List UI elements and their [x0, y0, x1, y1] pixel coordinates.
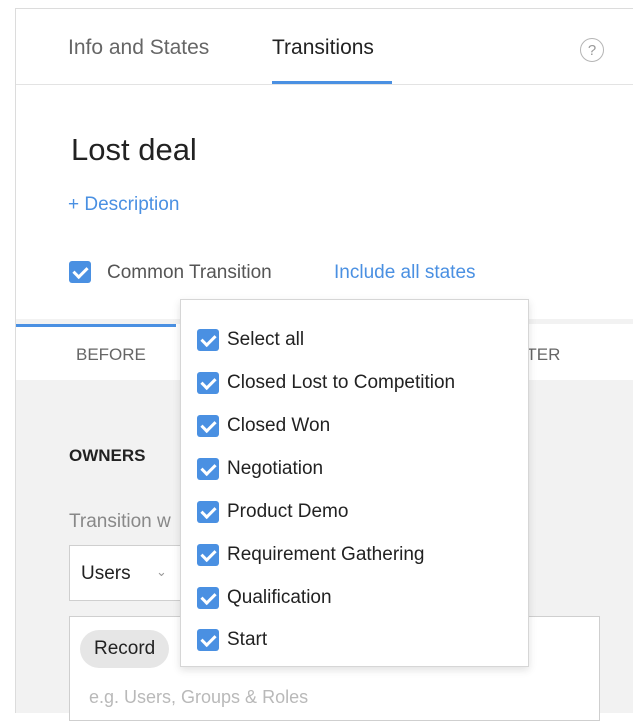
transition-header: Info and States Transitions ? Lost deal … [16, 8, 633, 319]
dropdown-item-label: Select all [227, 329, 305, 350]
checkbox-icon[interactable] [197, 629, 219, 651]
dropdown-item-label: Negotiation [227, 458, 324, 479]
checkbox-icon[interactable] [197, 329, 219, 351]
tab-info-and-states[interactable]: Info and States [68, 36, 209, 60]
dropdown-item-label: Requirement Gathering [227, 544, 425, 565]
checkbox-icon[interactable] [197, 501, 219, 523]
owner-token-record[interactable]: Record [80, 630, 170, 668]
checkbox-icon[interactable] [197, 415, 219, 437]
dropdown-item-label: Closed Lost to Competition [227, 372, 456, 393]
dropdown-item-label: Product Demo [227, 501, 349, 522]
add-description-link[interactable]: + Description [68, 194, 179, 216]
help-icon[interactable]: ? [580, 38, 604, 62]
active-stage-indicator [16, 324, 176, 327]
active-tab-indicator [272, 81, 392, 84]
owners-heading: OWNERS [69, 446, 146, 465]
checkbox-icon[interactable] [197, 587, 219, 609]
tab-transitions[interactable]: Transitions [272, 36, 374, 60]
transition-with-label: Transition w [69, 511, 171, 532]
include-all-states-link[interactable]: Include all states [334, 262, 476, 284]
checkbox-icon[interactable] [197, 372, 219, 394]
owner-type-select[interactable]: Users ⌄ [69, 545, 189, 601]
dropdown-item-label: Start [227, 629, 268, 650]
checkbox-icon[interactable] [197, 458, 219, 480]
owner-type-value: Users [81, 563, 131, 584]
common-transition-label: Common Transition [107, 262, 272, 283]
tab-before[interactable]: BEFORE [76, 345, 146, 365]
dropdown-item-label: Closed Won [227, 415, 331, 436]
dropdown-item-label: Qualification [227, 587, 332, 608]
tab-bar: Info and States Transitions ? [16, 9, 633, 85]
states-dropdown: Select all Closed Lost to Competition Cl… [180, 299, 529, 667]
chevron-down-icon: ⌄ [156, 564, 167, 579]
owners-placeholder: e.g. Users, Groups & Roles [89, 687, 309, 707]
transition-title: Lost deal [71, 132, 197, 167]
checkbox-icon[interactable] [197, 544, 219, 566]
common-transition-checkbox[interactable] [69, 261, 91, 283]
